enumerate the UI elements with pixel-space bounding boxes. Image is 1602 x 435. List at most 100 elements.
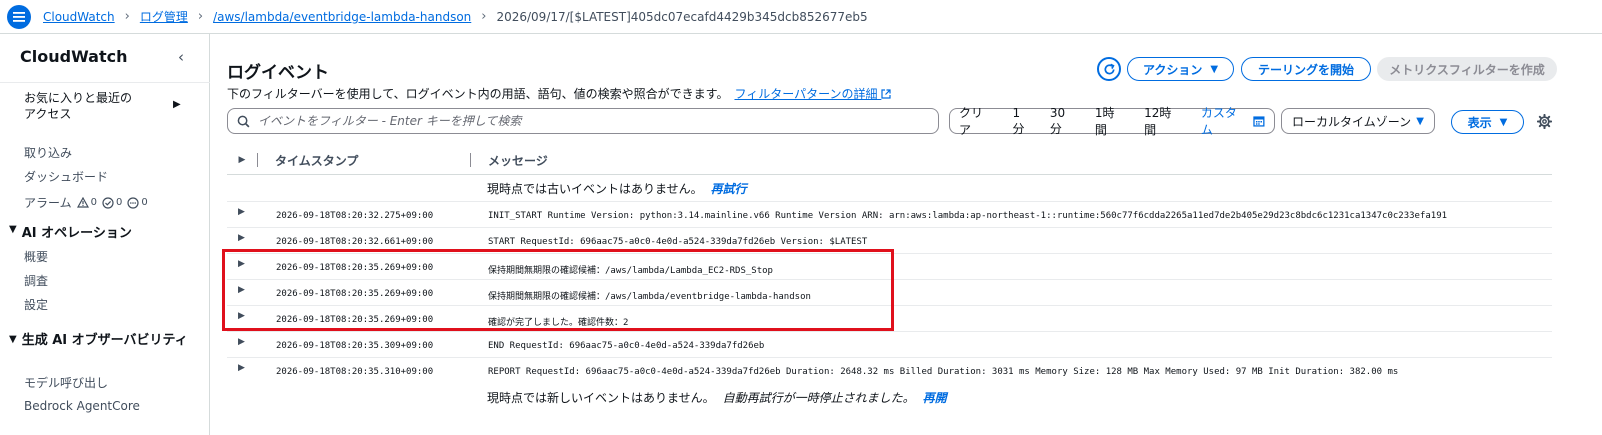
button-label: 表示 [1467,115,1492,130]
caret-right-icon[interactable]: ▶ [173,99,181,110]
header-divider [227,174,1552,175]
range-30m[interactable]: 30分 [1041,106,1086,137]
column-header-message[interactable]: メッセージ [471,152,548,169]
close-sidebar-icon[interactable]: ‹ [178,48,184,66]
search-input[interactable] [258,114,908,128]
calendar-icon [1253,116,1265,127]
table-row[interactable]: ▶ 2026-09-18T08:20:35.309+09:00 END Reques… [227,331,1552,357]
row-timestamp: 2026-09-18T08:20:35.269+09:00 [276,315,434,325]
range-custom-label: カスタム [1200,106,1237,137]
caret-down-icon: ▼ [9,224,17,235]
gear-icon[interactable] [1537,114,1552,129]
button-label: アクション [1142,62,1203,77]
sidebar-item-alarms[interactable]: アラーム 0 0 0 [24,194,153,211]
caret-down-icon: ▼ [1499,116,1508,128]
table-row[interactable]: ▶ 2026-09-18T08:20:32.275+09:00 INIT_START… [227,201,1552,227]
caret-down-icon: ▼ [9,334,17,345]
breadcrumb-current: 2026/09/17/[$LATEST]405dc07ecafd4429b345… [496,9,868,24]
retry-link[interactable]: 再試行 [711,182,747,196]
warning-icon [76,197,89,208]
resume-link[interactable]: 再開 [923,391,947,405]
sidebar-title: CloudWatch [20,47,128,66]
notice-text: 現時点では古いイベントはありません。 [487,182,703,196]
log-table-header: ▶ タイムスタンプ メッセージ [227,147,1552,173]
expand-row-icon[interactable]: ▶ [238,259,245,269]
ellipsis-circle-icon [127,196,139,209]
expand-row-icon[interactable]: ▶ [238,363,245,373]
range-clear[interactable]: クリア [950,104,1004,138]
sidebar-item-investigations[interactable]: 調査 [24,272,48,289]
sidebar-item-settings[interactable]: 設定 [24,296,48,313]
table-row[interactable]: ▶ 2026-09-18T08:20:35.269+09:00 保持期間無期限の確認… [227,279,1552,305]
refresh-button[interactable] [1097,57,1121,81]
sidebar-item-label: アラーム [24,196,72,210]
row-timestamp: 2026-09-18T08:20:35.269+09:00 [276,263,434,273]
sidebar-section-title: AI オペレーション [21,226,132,241]
create-metric-filter-button[interactable]: メトリクスフィルターを作成 [1377,57,1557,81]
table-row[interactable]: ▶ 2026-09-18T08:20:32.661+09:00 START Requ… [227,227,1552,253]
row-message: END RequestId: 696aac75-a0c0-4e0d-a524-3… [488,341,765,351]
range-custom[interactable]: カスタム [1192,104,1274,138]
page-title: ログイベント [227,63,329,83]
time-range-selector: クリア 1分 30分 1時間 12時間 カスタム [949,106,1275,137]
sidebar-item-favorites[interactable]: お気に入りと最近の アクセス [24,90,164,122]
newer-events-notice: 現時点では新しいイベントはありません。 自動再試行が一時停止されました。 再開 [487,389,947,406]
breadcrumb-link-log-group[interactable]: /aws/lambda/eventbridge-lambda-handson [213,10,471,24]
caret-down-icon: ▼ [1210,63,1219,75]
range-1m[interactable]: 1分 [1004,106,1041,137]
breadcrumb-link-log-management[interactable]: ログ管理 [140,8,188,25]
row-message: 保持期間無期限の確認候補：/aws/lambda/Lambda_EC2-RDS_… [488,266,773,276]
filter-pattern-help-link[interactable]: フィルターパターンの詳細 [734,87,891,101]
sidebar-item-overview[interactable]: 概要 [24,248,48,265]
range-1h[interactable]: 1時間 [1086,104,1135,138]
paused-text: 自動再試行が一時停止されました。 [722,391,915,405]
search-icon [237,115,250,127]
expand-row-icon[interactable]: ▶ [238,233,245,243]
table-row[interactable]: ▶ 2026-09-18T08:20:35.269+09:00 確認が完了しました。… [227,305,1552,331]
row-timestamp: 2026-09-18T08:20:35.269+09:00 [276,289,434,299]
filter-search-field[interactable] [227,108,939,134]
sidebar-item-ingestion[interactable]: 取り込み [24,144,72,161]
alarm-count-in-alarm: 0 [90,197,98,208]
range-12h[interactable]: 12時間 [1135,104,1192,138]
table-row[interactable]: ▶ 2026-09-18T08:20:35.269+09:00 保持期間無期限の確認… [227,253,1552,279]
row-timestamp: 2026-09-18T08:20:32.661+09:00 [276,237,434,247]
start-tailing-button[interactable]: テーリングを開始 [1241,57,1371,81]
sidebar-section-genai-observability[interactable]: ▼ 生成 AI オブザーバビリティ [9,332,189,349]
row-timestamp: 2026-09-18T08:20:35.309+09:00 [276,341,434,351]
expand-row-icon[interactable]: ▶ [238,311,245,321]
sidebar-item-model-invocations[interactable]: モデル呼び出し [24,374,108,391]
menu-icon[interactable] [7,4,31,29]
expand-row-icon[interactable]: ▶ [238,337,245,347]
sidebar-item-bedrock-agentcore[interactable]: Bedrock AgentCore [24,399,140,413]
main-content: ログイベント 下のフィルターバーを使用して、ログイベント内の用語、語句、値の検索… [211,34,1602,435]
expand-row-icon[interactable]: ▶ [238,285,245,295]
breadcrumb-link-cloudwatch[interactable]: CloudWatch [43,10,115,24]
actions-button[interactable]: アクション ▼ [1127,57,1234,81]
sidebar-section-ai-operations[interactable]: ▼ AI オペレーション [9,222,132,241]
chevron-right-icon: › [197,9,204,24]
chevron-right-icon: › [124,9,130,24]
timezone-value: ローカルタイムゾーン [1292,114,1412,129]
row-message: REPORT RequestId: 696aac75-a0c0-4e0d-a52… [488,367,1399,377]
row-message: INIT_START Runtime Version: python:3.14.… [488,211,1448,221]
row-message: 保持期間無期限の確認候補：/aws/lambda/eventbridge-lam… [488,292,811,302]
row-timestamp: 2026-09-18T08:20:32.275+09:00 [276,211,434,221]
row-message: START RequestId: 696aac75-a0c0-4e0d-a524… [488,237,868,247]
timezone-select[interactable]: ローカルタイムゾーン ▼ [1281,108,1435,134]
display-button[interactable]: 表示 ▼ [1451,110,1524,134]
expand-all-icon[interactable]: ▶ [227,155,257,165]
refresh-icon [1104,63,1115,74]
sidebar-item-dashboards[interactable]: ダッシュボード [24,168,108,185]
sidebar-divider [0,82,210,83]
older-events-notice: 現時点では古いイベントはありません。 再試行 [487,180,747,197]
sidebar: CloudWatch ‹ お気に入りと最近の アクセス ▶ 取り込み ダッシュボ… [0,34,210,435]
description-text: 下のフィルターバーを使用して、ログイベント内の用語、語句、値の検索や照合ができま… [227,87,729,101]
sidebar-section-title: 生成 AI オブザーバビリティ [21,333,188,348]
alarm-count-insufficient: 0 [141,197,148,208]
expand-row-icon[interactable]: ▶ [238,207,245,217]
row-timestamp: 2026-09-18T08:20:35.310+09:00 [276,367,434,377]
column-header-timestamp[interactable]: タイムスタンプ [258,152,470,169]
breadcrumb: CloudWatch › ログ管理 › /aws/lambda/eventbri… [43,8,868,25]
table-row[interactable]: ▶ 2026-09-18T08:20:35.310+09:00 REPORT Req… [227,357,1552,383]
